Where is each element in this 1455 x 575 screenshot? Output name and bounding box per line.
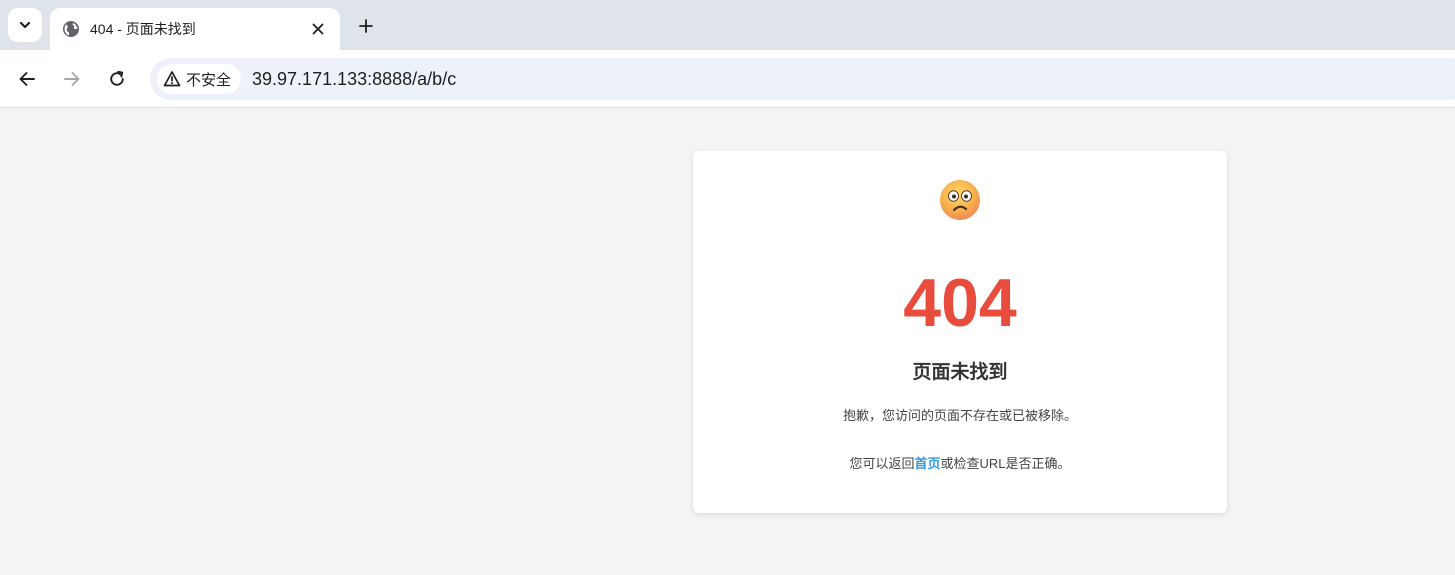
browser-tab-active[interactable]: 404 - 页面未找到	[50, 8, 340, 50]
forward-button[interactable]	[57, 64, 87, 94]
reload-icon	[110, 70, 124, 86]
tab-title: 404 - 页面未找到	[90, 21, 196, 37]
arrow-right-icon	[64, 72, 80, 86]
error-card: 404 页面未找到 抱歉，您访问的页面不存在或已被移除。 您可以返回首页或检查U…	[693, 151, 1227, 513]
chevron-down-icon	[19, 21, 31, 29]
back-button[interactable]	[12, 64, 42, 94]
page-title: 页面未找到	[912, 362, 1008, 383]
help-prefix: 您可以返回	[849, 456, 915, 471]
tab-strip: 404 - 页面未找到	[0, 0, 1455, 50]
globe-icon	[62, 20, 80, 38]
error-description: 抱歉，您访问的页面不存在或已被移除。	[842, 408, 1077, 423]
arrow-left-icon	[19, 72, 35, 86]
security-indicator[interactable]: 不安全	[157, 64, 242, 94]
home-link[interactable]: 首页	[914, 456, 940, 471]
address-bar[interactable]: 不安全 39.97.171.133:8888/a/b/c	[150, 58, 1455, 100]
browser-toolbar: 不安全 39.97.171.133:8888/a/b/c	[0, 50, 1455, 108]
reload-button[interactable]	[102, 64, 132, 94]
tab-close-button[interactable]	[308, 19, 328, 39]
new-tab-button[interactable]	[352, 12, 380, 40]
close-icon	[312, 23, 324, 35]
plus-icon	[359, 19, 373, 33]
tab-search-button[interactable]	[8, 8, 42, 42]
error-code: 404	[903, 265, 1017, 341]
security-label: 不安全	[186, 71, 232, 89]
warning-triangle-icon	[163, 70, 181, 88]
help-suffix: 或检查URL是否正确。	[940, 456, 1071, 471]
url-text[interactable]: 39.97.171.133:8888/a/b/c	[252, 69, 456, 90]
confused-face-icon	[940, 180, 980, 220]
error-help-text: 您可以返回首页或检查URL是否正确。	[693, 453, 1227, 472]
